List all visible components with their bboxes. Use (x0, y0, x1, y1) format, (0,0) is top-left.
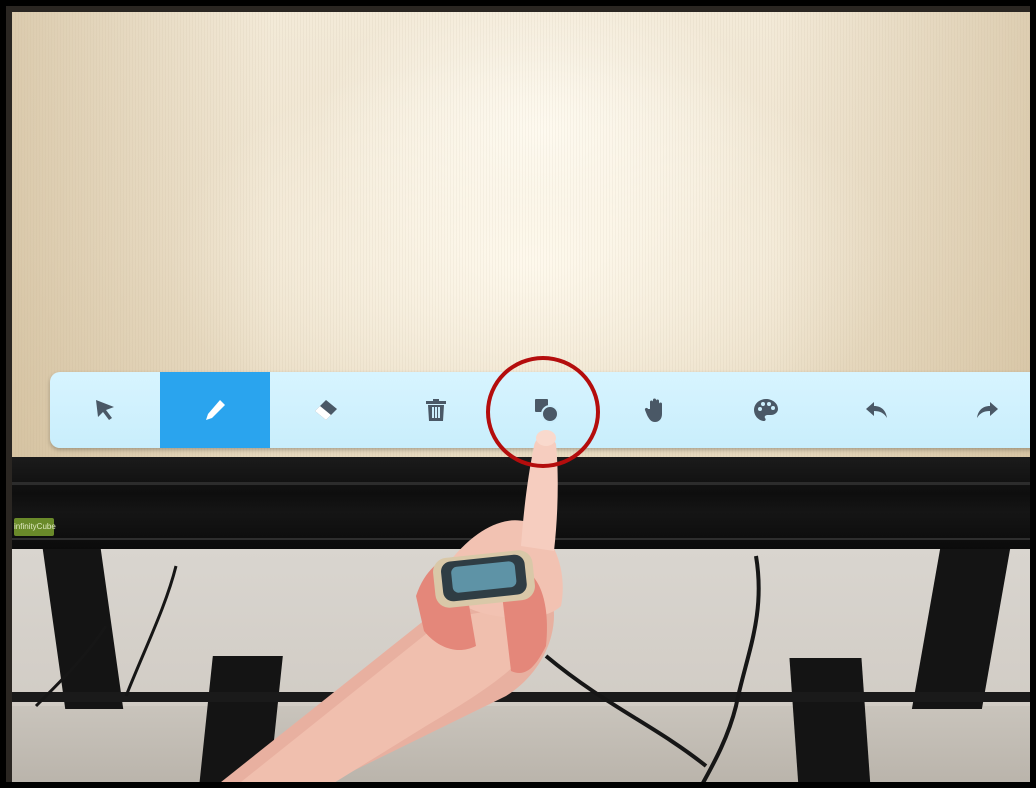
highlight-ring (486, 356, 600, 468)
photo-frame: infinityCube (0, 0, 1036, 788)
